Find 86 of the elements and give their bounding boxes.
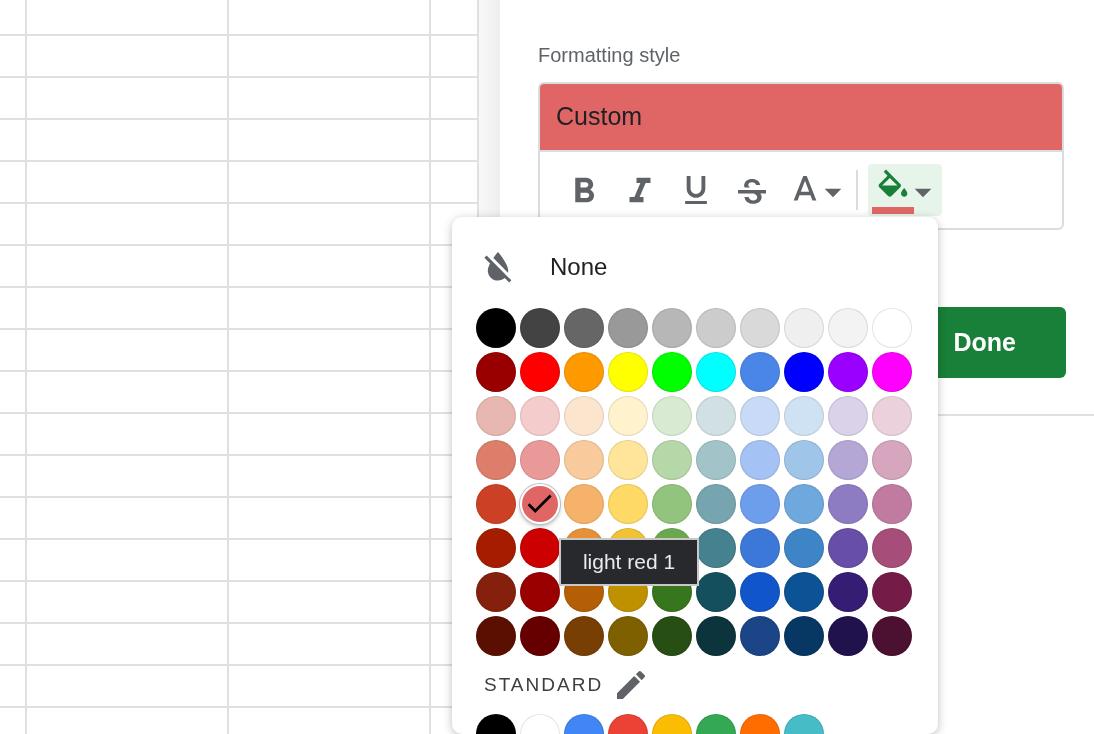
color-swatch[interactable]: [828, 352, 868, 392]
color-swatch[interactable]: [520, 528, 560, 568]
color-swatch[interactable]: [784, 528, 824, 568]
color-swatch[interactable]: [740, 308, 780, 348]
text-color-icon: [791, 176, 819, 204]
caret-icon: [823, 187, 843, 199]
color-swatch[interactable]: [520, 616, 560, 656]
color-swatch[interactable]: [652, 308, 692, 348]
color-swatch[interactable]: [828, 484, 868, 524]
color-swatch[interactable]: [784, 308, 824, 348]
color-swatch[interactable]: [696, 528, 736, 568]
color-swatch[interactable]: [608, 440, 648, 480]
color-swatch[interactable]: [828, 616, 868, 656]
color-swatch[interactable]: [520, 308, 560, 348]
color-swatch[interactable]: [476, 572, 516, 612]
color-swatch[interactable]: [476, 616, 516, 656]
color-swatch[interactable]: [872, 484, 912, 524]
color-swatch[interactable]: [872, 440, 912, 480]
color-swatch[interactable]: [476, 308, 516, 348]
color-swatch[interactable]: [696, 308, 736, 348]
color-swatch[interactable]: [564, 396, 604, 436]
color-swatch[interactable]: [696, 396, 736, 436]
color-swatch[interactable]: [872, 616, 912, 656]
color-swatch[interactable]: [784, 396, 824, 436]
color-swatch[interactable]: [872, 528, 912, 568]
color-swatch[interactable]: [476, 440, 516, 480]
color-swatch[interactable]: [520, 440, 560, 480]
color-swatch[interactable]: [828, 572, 868, 612]
color-swatch[interactable]: [828, 396, 868, 436]
color-swatch[interactable]: [784, 440, 824, 480]
color-swatch[interactable]: [784, 572, 824, 612]
color-swatch[interactable]: [608, 616, 648, 656]
color-swatch[interactable]: [520, 352, 560, 392]
color-swatch[interactable]: [740, 528, 780, 568]
underline-icon: [682, 176, 710, 204]
color-swatch[interactable]: [696, 616, 736, 656]
color-swatch[interactable]: [476, 396, 516, 436]
color-swatch[interactable]: [740, 440, 780, 480]
color-swatch[interactable]: [476, 484, 516, 524]
color-swatch[interactable]: [652, 396, 692, 436]
color-swatch[interactable]: [608, 484, 648, 524]
tooltip: light red 1: [559, 538, 699, 586]
none-option[interactable]: None: [550, 249, 608, 285]
color-swatch[interactable]: [784, 352, 824, 392]
style-preview: Custom: [540, 84, 1062, 152]
color-swatch[interactable]: [740, 396, 780, 436]
color-swatch[interactable]: [740, 616, 780, 656]
color-swatch[interactable]: [520, 572, 560, 612]
caret-icon: [913, 187, 933, 199]
strikethrough-icon: [738, 176, 766, 204]
color-swatch[interactable]: [564, 308, 604, 348]
paint-bucket-icon: [877, 169, 909, 199]
color-swatch[interactable]: [652, 440, 692, 480]
color-swatch[interactable]: [872, 308, 912, 348]
color-swatch[interactable]: [608, 396, 648, 436]
color-swatch[interactable]: [608, 352, 648, 392]
color-swatch[interactable]: [828, 440, 868, 480]
edit-icon[interactable]: [617, 671, 646, 699]
color-swatch[interactable]: [828, 308, 868, 348]
color-swatch[interactable]: [564, 440, 604, 480]
color-swatch[interactable]: [564, 352, 604, 392]
color-swatch[interactable]: [784, 616, 824, 656]
color-swatch[interactable]: [652, 616, 692, 656]
color-swatch[interactable]: [784, 484, 824, 524]
standard-label: STANDARD: [484, 672, 604, 697]
color-swatch[interactable]: [476, 528, 516, 568]
color-swatch[interactable]: [740, 572, 780, 612]
color-swatch[interactable]: [652, 352, 692, 392]
section-label: Formatting style: [538, 43, 682, 68]
color-swatch[interactable]: [740, 352, 780, 392]
color-swatch[interactable]: [696, 352, 736, 392]
color-swatch[interactable]: [696, 440, 736, 480]
color-swatch[interactable]: [564, 616, 604, 656]
color-swatch[interactable]: [608, 308, 648, 348]
color-swatch[interactable]: [476, 352, 516, 392]
color-swatch[interactable]: [520, 396, 560, 436]
color-swatch[interactable]: [828, 528, 868, 568]
color-swatch[interactable]: [872, 352, 912, 392]
color-swatch[interactable]: [740, 484, 780, 524]
color-swatch[interactable]: [696, 484, 736, 524]
paint-bucket-button[interactable]: [868, 164, 942, 216]
color-swatch[interactable]: [872, 396, 912, 436]
color-swatch[interactable]: [872, 572, 912, 612]
color-swatch[interactable]: [696, 572, 736, 612]
color-swatch[interactable]: [564, 484, 604, 524]
color-swatch[interactable]: [652, 484, 692, 524]
